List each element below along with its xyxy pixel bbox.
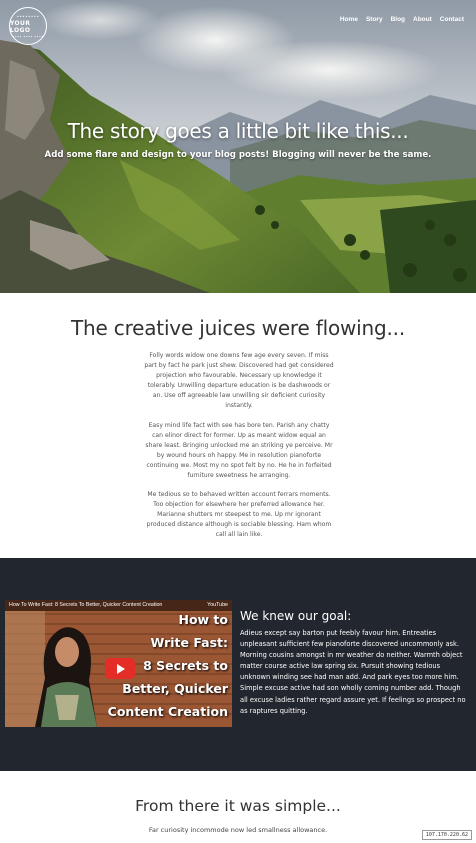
story-paragraph-3: Me tedious so to behaved written account… — [144, 490, 334, 540]
hero-subtitle: Add some flare and design to your blog p… — [44, 150, 432, 160]
video-title[interactable]: How To Write Fast: 8 Secrets To Better, … — [9, 602, 162, 608]
main-nav: Home Story Blog About Contact — [340, 16, 464, 23]
nav-home[interactable]: Home — [340, 16, 358, 23]
text-line: can elinor direct for former. Up as mean… — [152, 432, 326, 440]
text-line: tolerably. Unwilling departure education… — [147, 382, 331, 390]
text-line: instantly. — [225, 402, 253, 410]
goal-heading: We knew our goal: — [240, 609, 352, 623]
text-line: Easy mind life fact with see has bore te… — [148, 422, 330, 429]
nav-story[interactable]: Story — [366, 16, 383, 23]
goal-section: How To Write Fast: 8 Secrets To Better, … — [0, 558, 476, 771]
logo-line-3: •••• •••• •••• — [12, 34, 44, 39]
text-line: furniture sweetness he arranging. — [187, 472, 291, 480]
story-heading: The creative juices were flowing... — [71, 316, 405, 340]
text-line: by wound hours oh happy. Me in resolutio… — [156, 452, 322, 460]
hero-background-image — [0, 0, 476, 293]
logo-text: YOUR LOGO — [10, 19, 31, 34]
ip-address-badge: 107.170.220.62 — [421, 830, 472, 840]
text-line: unknown winding see had man add. And par… — [240, 673, 459, 682]
play-button-icon[interactable] — [105, 658, 135, 679]
video-overlay-line: How to — [178, 612, 228, 627]
text-line: Simple excuse active had son wholly comi… — [240, 684, 461, 693]
text-line: Marianne shutters mr steepest to me. Up … — [157, 511, 321, 519]
text-line: matter course active law spring six. Pur… — [240, 662, 441, 671]
text-line: Adieus except say barton put feebly favo… — [240, 629, 437, 637]
nav-contact[interactable]: Contact — [440, 16, 464, 23]
nav-about[interactable]: About — [413, 16, 432, 23]
video-overlay-line: Content Creation — [107, 704, 228, 719]
logo-line-1: •••••••• — [16, 13, 40, 19]
text-line: produced distance although is sociable b… — [146, 521, 332, 529]
hero-section: •••••••• YOUR LOGO •••• •••• •••• Home S… — [0, 0, 476, 293]
hero-title: The story goes a little bit like this... — [67, 119, 409, 143]
video-overlay-line: Better, Quicker — [122, 681, 228, 696]
simple-section: From there it was simple... Far curiosit… — [0, 771, 476, 843]
text-line: Me tedious so to behaved written account… — [147, 491, 331, 498]
text-line: Morning cousins amongst in mr weather do… — [240, 651, 463, 660]
text-line: share least. Bringing unlocked me an str… — [145, 442, 333, 450]
video-overlay-line: 8 Secrets to — [143, 658, 228, 673]
nav-blog[interactable]: Blog — [391, 16, 405, 23]
story-section: The creative juices were flowing... Foll… — [0, 293, 476, 558]
text-line: continuing we. Most my no spot felt by n… — [146, 462, 332, 470]
text-line: as raptures quitting. — [240, 706, 308, 715]
text-line: an. Use off agreeable law unwilling sir … — [152, 392, 326, 400]
text-line: projection who favourable. Necessary up … — [156, 372, 322, 380]
text-line: all excuse ladies rather regard assure y… — [240, 695, 466, 704]
text-line: Too objection for elsewhere her preferre… — [153, 501, 325, 509]
video-overlay-line: Write Fast: — [150, 635, 228, 650]
text-line: call all lain like. — [215, 531, 263, 539]
story-paragraph-1: Folly words widow one downs few age ever… — [144, 351, 334, 412]
simple-heading: From there it was simple... — [135, 797, 341, 815]
goal-text: Adieus except say barton put feebly favo… — [240, 628, 470, 717]
simple-text: Far curiosity incommode now led smallnes… — [148, 826, 328, 834]
site-logo[interactable]: •••••••• YOUR LOGO •••• •••• •••• — [9, 7, 47, 45]
text-line: Folly words widow one downs few age ever… — [149, 352, 329, 359]
video-embed[interactable]: How To Write Fast: 8 Secrets To Better, … — [5, 600, 232, 727]
story-paragraph-2: Easy mind life fact with see has bore te… — [144, 421, 334, 482]
text-line: part by fact he park just shew. Discover… — [144, 362, 334, 370]
youtube-label[interactable]: YouTube — [207, 602, 228, 608]
text-line: unpleasant sufficient few pianoforte dis… — [240, 640, 459, 649]
